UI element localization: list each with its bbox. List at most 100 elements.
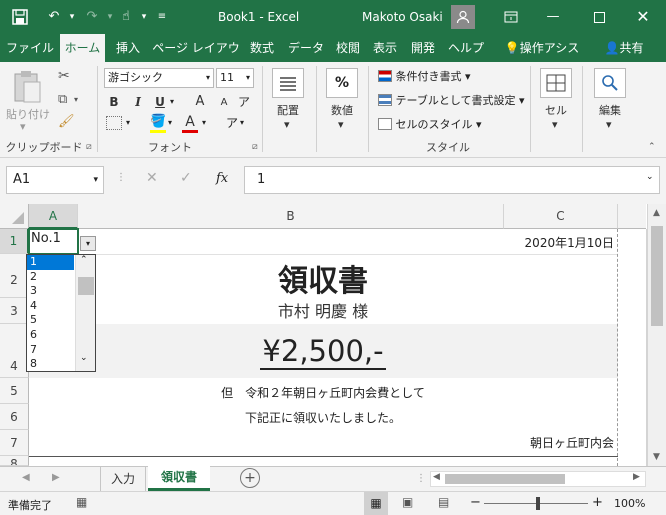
redo-icon[interactable]: ↷	[82, 7, 102, 27]
row-header-2[interactable]: 2	[0, 254, 29, 298]
cell-b5-purpose[interactable]: 但 令和２年朝日ヶ丘町内会費として	[78, 384, 568, 401]
copy-icon[interactable]: ⧉	[58, 92, 67, 107]
font-name-combo[interactable]: 游ゴシック ▾	[104, 68, 214, 88]
ribbon-display-options-icon[interactable]	[488, 0, 534, 34]
font-color-dropdown-icon[interactable]: ▾	[202, 118, 206, 127]
row-header-6[interactable]: 6	[0, 404, 29, 430]
cell-styles-button[interactable]: セルのスタイル ▾	[378, 116, 528, 134]
formula-input[interactable]: 1	[244, 166, 660, 194]
underline-dropdown-icon[interactable]: ▾	[170, 97, 174, 106]
sheet-scroll-left-icon[interactable]: ◀	[22, 472, 30, 483]
normal-view-icon[interactable]: ▦	[364, 492, 388, 515]
zoom-slider-thumb[interactable]	[536, 497, 540, 510]
percent-icon[interactable]: %	[326, 68, 358, 98]
cut-icon[interactable]: ✂	[58, 68, 70, 84]
row-header-1[interactable]: 1	[0, 229, 29, 254]
page-layout-view-icon[interactable]: ▣	[402, 495, 413, 509]
column-header-b[interactable]: B	[78, 204, 504, 229]
tab-review[interactable]: 校閲	[332, 34, 364, 62]
zoom-out-button[interactable]: −	[470, 495, 481, 510]
scroll-right-icon[interactable]: ▶	[633, 472, 640, 482]
phonetic-guide-icon[interactable]: ア	[234, 92, 254, 112]
fill-color-dropdown-icon[interactable]: ▾	[168, 118, 172, 127]
editing-dropdown-icon[interactable]: ▾	[606, 118, 612, 131]
horizontal-scroll-thumb[interactable]	[445, 474, 565, 484]
new-sheet-icon[interactable]: +	[240, 468, 260, 488]
font-name-dropdown-icon[interactable]: ▾	[206, 69, 210, 87]
zoom-in-button[interactable]: +	[592, 495, 603, 510]
horizontal-scrollbar[interactable]: ◀ ▶	[430, 471, 646, 487]
conditional-formatting-button[interactable]: 条件付き書式 ▾	[378, 68, 528, 86]
cells-icon[interactable]	[540, 68, 572, 98]
row-header-7[interactable]: 7	[0, 430, 29, 456]
search-icon[interactable]	[594, 68, 626, 98]
number-format-button[interactable]: 数値	[322, 102, 362, 118]
vertical-scrollbar[interactable]: ▲ ▼	[647, 204, 666, 466]
share-button[interactable]: 👤共有	[596, 34, 652, 62]
format-as-table-button[interactable]: テーブルとして書式設定 ▾	[378, 92, 528, 110]
tab-view[interactable]: 表示	[368, 34, 402, 62]
paste-dropdown-icon[interactable]: ▾	[20, 120, 26, 133]
font-size-dropdown-icon[interactable]: ▾	[246, 69, 250, 87]
font-color-button[interactable]: A	[180, 112, 200, 132]
font-launcher-icon[interactable]: ⧄	[252, 142, 258, 152]
borders-icon[interactable]	[106, 116, 122, 130]
clipboard-launcher-icon[interactable]: ⧄	[86, 142, 92, 152]
dropdown-item[interactable]: 1	[27, 255, 74, 270]
tab-help[interactable]: ヘルプ	[444, 34, 488, 62]
font-size-combo[interactable]: 11 ▾	[216, 68, 254, 88]
tell-me-search[interactable]: 💡操作アシス	[500, 34, 584, 62]
dropdown-scroll-thumb[interactable]	[78, 277, 94, 295]
character-format-dropdown-icon[interactable]: ▾	[240, 118, 244, 127]
validation-dropdown-icon[interactable]: ▾	[80, 236, 96, 251]
tab-formulas[interactable]: 数式	[244, 34, 280, 62]
cell-c1-date[interactable]: 2020年1月10日	[504, 234, 614, 251]
cell-b6-receipt-note[interactable]: 下記正に領収いたしました。	[78, 409, 568, 426]
paste-button[interactable]: 貼り付け	[4, 106, 52, 122]
scroll-left-icon[interactable]: ◀	[433, 472, 440, 482]
formula-bar-handle-icon[interactable]: ⋮	[116, 172, 126, 183]
zoom-level[interactable]: 100%	[614, 497, 645, 510]
cells-button[interactable]: セル	[536, 102, 576, 118]
page-break-preview-icon[interactable]: ▤	[438, 495, 449, 509]
row-header-4[interactable]: 4	[0, 324, 29, 378]
row-header-3[interactable]: 3	[0, 298, 29, 324]
scroll-up-icon[interactable]: ▲	[653, 208, 660, 218]
tab-insert[interactable]: 挿入	[110, 34, 146, 62]
shrink-font-button[interactable]: A	[214, 93, 234, 113]
paste-icon[interactable]	[10, 70, 44, 104]
sheet-tab-receipt[interactable]: 領収書	[148, 466, 210, 491]
touch-dropdown-icon[interactable]: ▾	[134, 7, 154, 27]
cell-c7-issuer[interactable]: 朝日ヶ丘町内会	[480, 434, 614, 451]
bold-button[interactable]: B	[104, 92, 124, 112]
tab-page-layout[interactable]: ページ レイアウト	[150, 34, 242, 83]
scroll-down-icon[interactable]: ▼	[653, 452, 660, 462]
tab-data[interactable]: データ	[284, 34, 328, 62]
user-avatar[interactable]	[451, 5, 475, 29]
dropdown-scrollbar[interactable]: ⌃ ⌄	[75, 255, 95, 371]
grow-font-button[interactable]: A	[190, 92, 210, 112]
row-header-5[interactable]: 5	[0, 378, 29, 404]
tab-split-handle-icon[interactable]: ⋮	[416, 473, 426, 484]
cells-dropdown-icon[interactable]: ▾	[552, 118, 558, 131]
cell-b2-title[interactable]: 領収書	[78, 256, 568, 300]
validation-dropdown-list[interactable]: 1 2 3 4 5 6 7 8 ⌃ ⌄	[26, 254, 96, 372]
customize-qat-icon[interactable]: ≡	[152, 7, 172, 27]
undo-dropdown-icon[interactable]: ▾	[62, 7, 82, 27]
name-box-dropdown-icon[interactable]: ▾	[93, 167, 98, 193]
copy-dropdown-icon[interactable]: ▾	[74, 95, 78, 104]
format-painter-icon[interactable]: 🖌	[58, 114, 75, 129]
tab-file[interactable]: ファイル	[6, 34, 54, 62]
alignment-dropdown-icon[interactable]: ▾	[284, 118, 290, 131]
dropdown-scroll-down-icon[interactable]: ⌄	[80, 353, 88, 363]
insert-function-button[interactable]: fx	[216, 171, 228, 186]
macro-record-icon[interactable]: ▦	[76, 495, 87, 509]
alignment-button[interactable]: 配置	[268, 102, 308, 118]
dropdown-scroll-up-icon[interactable]: ⌃	[80, 255, 88, 265]
save-icon[interactable]	[10, 7, 30, 27]
confirm-entry-icon[interactable]: ✓	[180, 170, 192, 186]
column-header-c[interactable]: C	[504, 204, 618, 229]
close-icon[interactable]: ✕	[620, 0, 666, 34]
character-format-icon[interactable]: ア	[226, 114, 238, 131]
collapse-ribbon-icon[interactable]: ⌃	[648, 142, 656, 152]
